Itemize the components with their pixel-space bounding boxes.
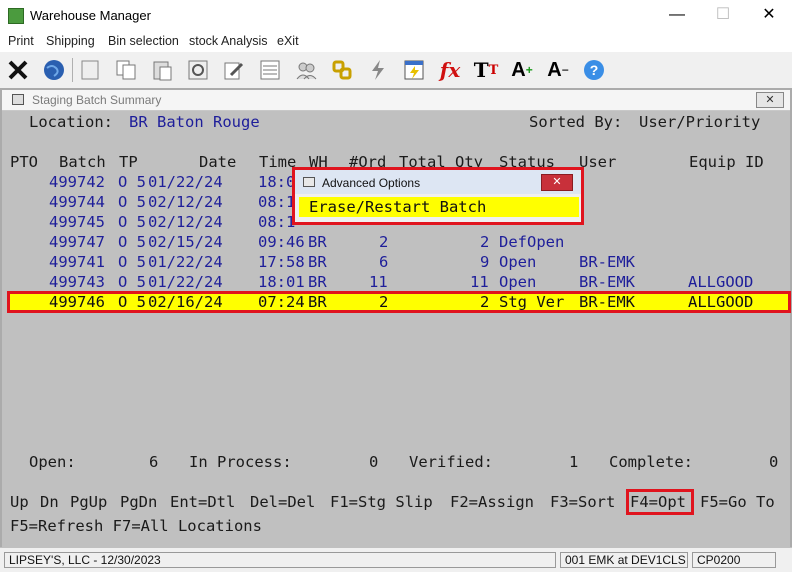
col-date: Date [199, 153, 237, 171]
key-f5-go-to[interactable]: F5=Go To [700, 492, 775, 512]
minimize-button[interactable]: — [654, 0, 700, 32]
svg-text:?: ? [590, 62, 599, 78]
help-icon[interactable]: ? [580, 56, 608, 84]
in-process-value: 0 [369, 453, 379, 471]
window-icon [12, 94, 24, 105]
child-title-bar: Staging Batch Summary ✕ [2, 90, 790, 111]
blank-doc-icon[interactable] [76, 56, 104, 84]
menu-exit[interactable]: eXit [277, 34, 299, 48]
menu-stock-analysis[interactable]: stock Analysis [189, 34, 268, 48]
list-icon[interactable] [256, 56, 284, 84]
location-value: BR Baton Rouge [129, 113, 260, 131]
col-batch: Batch [59, 153, 106, 171]
link-icon[interactable] [328, 56, 356, 84]
sorted-label: Sorted By: [529, 113, 623, 131]
toolbar: fx TT A + A − ? [0, 52, 792, 89]
in-process-label: In Process: [189, 453, 292, 471]
settings-icon[interactable] [184, 56, 212, 84]
erase-restart-batch-option[interactable]: Erase/Restart Batch [299, 197, 579, 217]
menu-bar: Print Shipping Bin selection stock Analy… [0, 32, 792, 52]
font-icon[interactable]: TT [472, 56, 500, 84]
status-program: CP0200 [692, 552, 776, 568]
complete-label: Complete: [609, 453, 693, 471]
menu-bin-selection[interactable]: Bin selection [108, 34, 179, 48]
verified-label: Verified: [409, 453, 493, 471]
exit-icon[interactable] [4, 56, 32, 84]
globe-icon[interactable] [40, 56, 68, 84]
users-icon[interactable] [292, 56, 320, 84]
key-enter-detail[interactable]: Ent=Dtl [170, 492, 235, 512]
font-increase-icon[interactable]: A + [508, 56, 536, 84]
child-close-button[interactable]: ✕ [756, 92, 784, 108]
status-bar: LIPSEY'S, LLC - 12/30/2023 001 EMK at DE… [0, 547, 792, 572]
paste-icon[interactable] [148, 56, 176, 84]
location-label: Location: [29, 113, 113, 131]
maximize-button[interactable]: ☐ [700, 0, 746, 32]
advanced-options-dialog: Advanced Options ✕ Erase/Restart Batch [292, 167, 584, 225]
key-pgup[interactable]: PgUp [70, 492, 107, 512]
key-up[interactable]: Up [10, 492, 29, 512]
col-time: Time [259, 153, 297, 171]
font-decrease-icon[interactable]: A − [544, 56, 572, 84]
edit-icon[interactable] [220, 56, 248, 84]
dialog-close-button[interactable]: ✕ [541, 174, 573, 191]
open-label: Open: [29, 453, 76, 471]
menu-print[interactable]: Print [8, 34, 34, 48]
open-value: 6 [149, 453, 159, 471]
status-company: LIPSEY'S, LLC - 12/30/2023 [4, 552, 556, 568]
key-line-2[interactable]: F5=Refresh F7=All Locations [10, 516, 262, 536]
status-session: 001 EMK at DEV1CLS [560, 552, 688, 568]
window-icon [303, 177, 315, 187]
table-row[interactable]: 499743 O 5 01/22/24 18:01 BR 11 11 Open BR-EMK AL… [2, 272, 790, 292]
key-f1-stg-slip[interactable]: F1=Stg Slip [330, 492, 433, 512]
child-window-title: Staging Batch Summary [32, 93, 162, 107]
col-equip: Equip ID [689, 153, 764, 171]
mdi-area: Staging Batch Summary ✕ Location: BR Bat… [0, 88, 792, 547]
menu-shipping[interactable]: Shipping [46, 34, 95, 48]
table-row-selected[interactable]: 499746 O 5 02/16/24 07:24 BR 2 2 Stg Ver BR-EMK A… [7, 291, 791, 313]
verified-value: 1 [569, 453, 579, 471]
key-pgdn[interactable]: PgDn [120, 492, 157, 512]
key-down[interactable]: Dn [40, 492, 59, 512]
window-title: Warehouse Manager [30, 8, 151, 23]
col-pto: PTO [10, 153, 38, 171]
function-icon[interactable]: fx [436, 56, 464, 84]
lightning-icon[interactable] [364, 56, 392, 84]
col-user: User [579, 153, 617, 171]
sorted-value: User/Priority [639, 113, 761, 131]
table-row[interactable]: 499741 O 5 01/22/24 17:58 BR 6 9 Open BR-EMK [2, 252, 790, 272]
copy-icon[interactable] [112, 56, 140, 84]
f4-highlight-box [626, 489, 694, 515]
complete-value: 0 [769, 453, 779, 471]
dialog-title: Advanced Options [322, 176, 421, 190]
dialog-title-bar: Advanced Options ✕ [295, 170, 581, 194]
app-icon [8, 8, 24, 24]
table-row[interactable]: 499747 O 5 02/15/24 09:46 BR 2 2 DefOpen [2, 232, 790, 252]
key-f3-sort[interactable]: F3=Sort [550, 492, 615, 512]
col-tp: TP [119, 153, 138, 171]
title-bar: Warehouse Manager — ☐ ✕ [0, 0, 792, 32]
report-icon[interactable] [400, 56, 428, 84]
key-delete[interactable]: Del=Del [250, 492, 315, 512]
key-f2-assign[interactable]: F2=Assign [450, 492, 534, 512]
close-button[interactable]: ✕ [746, 0, 792, 32]
